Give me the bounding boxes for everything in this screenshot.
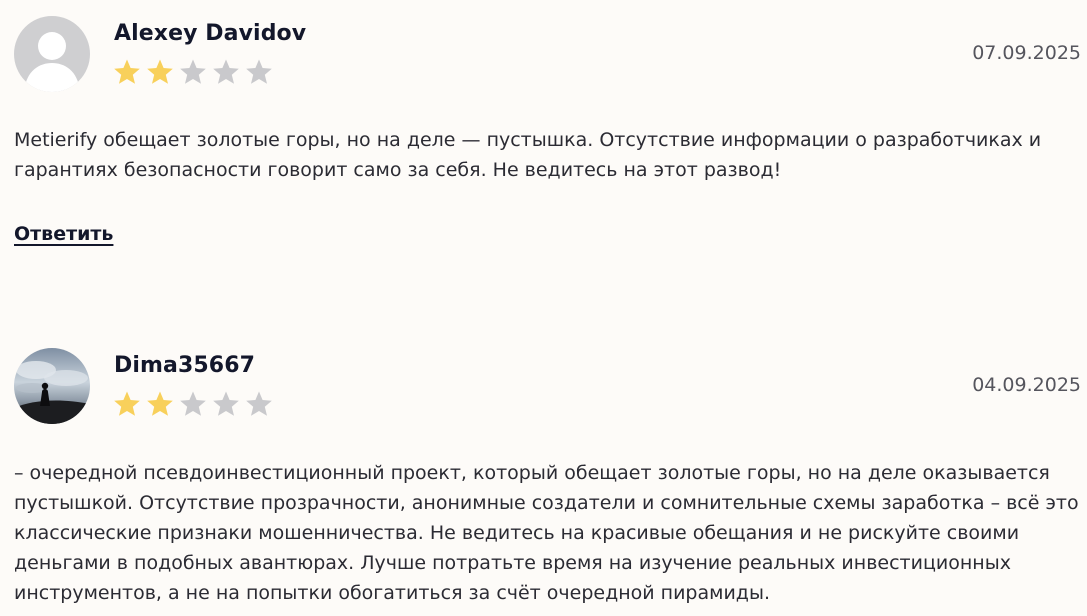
review-date: 04.09.2025 (972, 374, 1081, 396)
review-author: Alexey Davidov (114, 21, 307, 46)
star-filled-icon (146, 390, 174, 420)
star-empty-icon (179, 390, 207, 420)
reply-link[interactable]: Ответить (14, 223, 113, 245)
star-empty-icon (212, 390, 240, 420)
review-date: 07.09.2025 (972, 42, 1081, 64)
review-text: – очередной псевдоинвестиционный проект,… (14, 462, 1079, 604)
star-empty-icon (212, 58, 240, 88)
star-empty-icon (179, 58, 207, 88)
star-filled-icon (113, 58, 141, 88)
star-empty-icon (245, 390, 273, 420)
rating-stars (113, 390, 273, 420)
review-author: Dima35667 (114, 353, 256, 378)
photo-avatar-icon (14, 348, 90, 424)
avatar (14, 348, 90, 424)
star-filled-icon (113, 390, 141, 420)
default-user-avatar-icon (14, 16, 90, 92)
star-filled-icon (146, 58, 174, 88)
review-text: Metierify обещает золотые горы, но на де… (14, 129, 1042, 181)
star-empty-icon (245, 58, 273, 88)
rating-stars (113, 58, 273, 88)
avatar (14, 16, 90, 92)
